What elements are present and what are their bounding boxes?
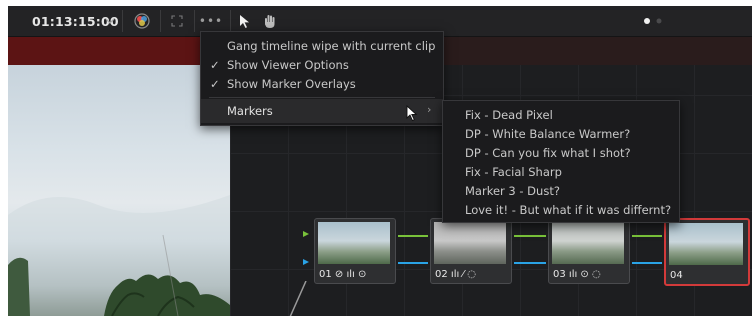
mouse-cursor-icon xyxy=(406,105,418,122)
menu-item-show-viewer-options[interactable]: ✓ Show Viewer Options xyxy=(201,56,443,75)
node-number: 02 xyxy=(435,269,448,280)
menu-item-label: Show Viewer Options xyxy=(227,58,349,72)
node-02[interactable]: 02 ılı ⁄ ◌ xyxy=(430,218,512,284)
viewer-frame[interactable] xyxy=(8,65,230,316)
checkmark-icon: ✓ xyxy=(210,77,220,91)
node-tool-icons: ⊘ ılı ⊙ xyxy=(334,269,367,280)
toolbar-divider xyxy=(194,10,195,32)
node-tool-icons: ılı ⁄ ◌ xyxy=(450,269,477,280)
color-wheel-icon[interactable] xyxy=(130,6,154,36)
rgb-input-port[interactable] xyxy=(303,231,309,237)
marker-item[interactable]: DP - White Balance Warmer? xyxy=(465,127,630,141)
marker-item[interactable]: Love it! - But what if it was differnt? xyxy=(465,203,671,217)
alpha-connection-line xyxy=(398,262,428,264)
node-tool-icons: ılı ⊙ ◌ xyxy=(568,269,601,280)
page-dots-icon[interactable] xyxy=(642,6,666,36)
menu-item-label: Show Marker Overlays xyxy=(227,77,356,91)
marker-item[interactable]: Marker 3 - Dust? xyxy=(465,184,560,198)
chevron-right-icon: › xyxy=(427,103,432,116)
node-04[interactable]: 04 xyxy=(664,218,750,286)
fullscreen-icon[interactable] xyxy=(166,6,188,36)
menu-divider xyxy=(209,97,435,98)
toolbar-divider xyxy=(230,10,231,32)
node-number: 03 xyxy=(553,269,566,280)
rgb-connection-line xyxy=(632,235,662,237)
menu-item-gang-timeline-wipe[interactable]: Gang timeline wipe with current clip xyxy=(201,37,443,56)
node-number: 04 xyxy=(670,270,683,281)
marker-item[interactable]: DP - Can you fix what I shot? xyxy=(465,146,631,160)
node-thumbnail xyxy=(552,222,624,264)
output-cable xyxy=(289,281,307,316)
marker-item[interactable]: Fix - Facial Sharp xyxy=(465,165,562,179)
alpha-input-port[interactable] xyxy=(303,259,309,265)
marker-item[interactable]: Fix - Dead Pixel xyxy=(465,108,553,122)
alpha-connection-line xyxy=(514,262,546,264)
menu-item-label: Markers xyxy=(227,104,273,118)
chevron-down-icon[interactable] xyxy=(105,6,115,36)
node-03[interactable]: 03 ılı ⊙ ◌ xyxy=(548,218,630,284)
node-number: 01 xyxy=(319,269,332,280)
rgb-connection-line xyxy=(514,235,546,237)
viewer-panel xyxy=(8,37,230,316)
node-01[interactable]: 01 ⊘ ılı ⊙ xyxy=(314,218,396,284)
node-thumbnail xyxy=(669,223,743,265)
rgb-connection-line xyxy=(398,235,428,237)
node-thumbnail xyxy=(434,222,506,264)
toolbar-divider xyxy=(122,10,123,32)
viewer-marker-bar xyxy=(8,37,230,65)
node-thumbnail xyxy=(318,222,390,264)
toolbar-divider xyxy=(160,10,161,32)
menu-item-label: Gang timeline wipe with current clip xyxy=(227,39,436,53)
checkmark-icon: ✓ xyxy=(210,58,220,72)
resolve-color-page: 01:13:15:00 ••• 01 ⊘ ılı ⊙ 02 ılı ⁄ ◌ 03… xyxy=(0,0,752,316)
alpha-connection-line xyxy=(632,262,662,264)
markers-submenu: Fix - Dead Pixel DP - White Balance Warm… xyxy=(442,100,680,223)
menu-item-show-marker-overlays[interactable]: ✓ Show Marker Overlays xyxy=(201,75,443,94)
